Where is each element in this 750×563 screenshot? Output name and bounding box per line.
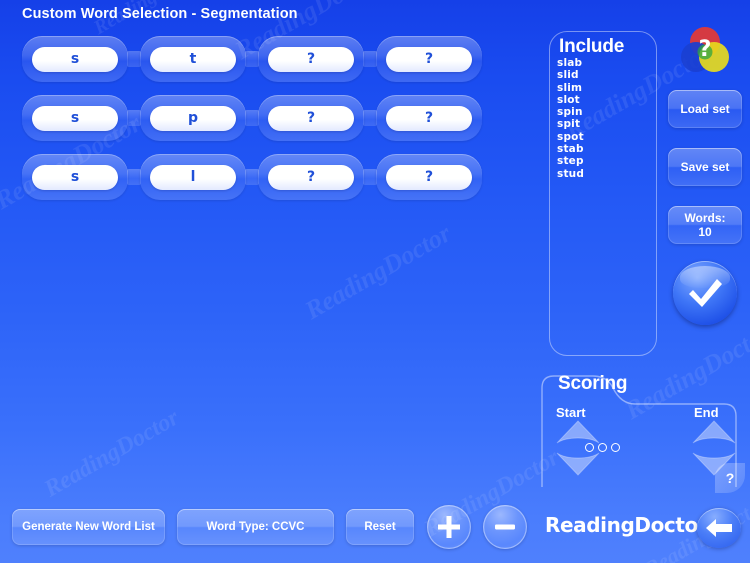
list-item[interactable]: stud [557,168,647,180]
segment-connector [363,169,377,185]
scoring-dot [585,443,594,452]
scoring-dots [585,443,620,452]
scoring-dot [611,443,620,452]
word-type-button[interactable]: Word Type: CCVC [177,509,334,545]
scoring-help-button[interactable]: ? [715,463,745,493]
svg-text:?: ? [699,37,712,62]
load-set-button[interactable]: Load set [668,90,742,128]
list-item[interactable]: slid [557,69,647,81]
remove-button[interactable] [483,505,527,549]
segment-cell[interactable]: ? [258,154,364,200]
segment-pill[interactable]: ? [268,164,354,190]
include-panel-title: Include [559,36,625,57]
reading-doctor-logo: ReadingDoctor [545,513,708,537]
segmentation-row: s l ? ? [22,154,482,200]
segment-cell[interactable]: ? [376,36,482,82]
plus-icon [438,516,460,538]
segment-cell[interactable]: ? [258,95,364,141]
list-item[interactable]: step [557,155,647,167]
segment-connector [127,51,141,67]
scoring-dot [598,443,607,452]
list-item[interactable]: spit [557,118,647,130]
segmentation-row: s t ? ? [22,36,482,82]
generate-word-list-button[interactable]: Generate New Word List [12,509,165,545]
segment-connector [127,169,141,185]
add-button[interactable] [427,505,471,549]
list-item[interactable]: spin [557,106,647,118]
segment-cell[interactable]: s [22,154,128,200]
list-item[interactable]: slab [557,57,647,69]
scoring-end-label: End [694,405,719,420]
include-word-list[interactable]: slab slid slim slot spin spit spot stab … [557,57,647,180]
list-item[interactable]: slot [557,94,647,106]
back-button[interactable] [697,508,741,548]
scoring-panel-title: Scoring [558,373,628,394]
segment-cell[interactable]: t [140,36,246,82]
segment-connector [363,51,377,67]
segment-connector [363,110,377,126]
segment-cell[interactable]: ? [258,36,364,82]
words-count-value: 10 [698,225,712,239]
segment-connector [127,110,141,126]
segment-pill[interactable]: s [32,164,118,190]
segment-pill[interactable]: ? [386,46,472,72]
page-title: Custom Word Selection - Segmentation [22,6,298,22]
segment-pill[interactable]: ? [386,164,472,190]
confirm-button[interactable] [673,261,737,325]
venn-question-icon[interactable]: ? [679,25,731,77]
scoring-start-down-button[interactable] [556,450,600,476]
save-set-button[interactable]: Save set [668,148,742,186]
segment-cell[interactable]: s [22,36,128,82]
scoring-start-label: Start [556,405,586,420]
segment-pill[interactable]: s [32,105,118,131]
list-item[interactable]: slim [557,82,647,94]
segment-cell[interactable]: ? [376,95,482,141]
watermark: ReadingDoctor [40,404,184,503]
scoring-end-up-button[interactable] [692,420,736,446]
checkmark-icon [689,279,722,307]
segment-connector [245,110,259,126]
back-arrow-icon [706,519,732,537]
triangle-down-icon [556,452,600,476]
words-count-button[interactable]: Words: 10 [668,206,742,244]
list-item[interactable]: spot [557,131,647,143]
segment-cell[interactable]: s [22,95,128,141]
segment-cell[interactable]: p [140,95,246,141]
segment-pill[interactable]: s [32,46,118,72]
segment-pill[interactable]: ? [268,46,354,72]
segment-cell[interactable]: ? [376,154,482,200]
segmentation-row: s p ? ? [22,95,482,141]
segment-pill[interactable]: ? [268,105,354,131]
segment-pill[interactable]: p [150,105,236,131]
minus-icon [495,524,515,530]
words-count-label: Words: [684,211,726,225]
segment-pill[interactable]: ? [386,105,472,131]
segment-cell[interactable]: l [140,154,246,200]
app-window: ReadingDoctor ReadingDoctor ReadingDocto… [0,0,750,563]
list-item[interactable]: stab [557,143,647,155]
reset-button[interactable]: Reset [346,509,414,545]
segment-connector [245,51,259,67]
watermark: ReadingDoctor [300,218,456,326]
segment-connector [245,169,259,185]
triangle-up-icon [692,420,736,444]
segment-pill[interactable]: l [150,164,236,190]
segment-pill[interactable]: t [150,46,236,72]
